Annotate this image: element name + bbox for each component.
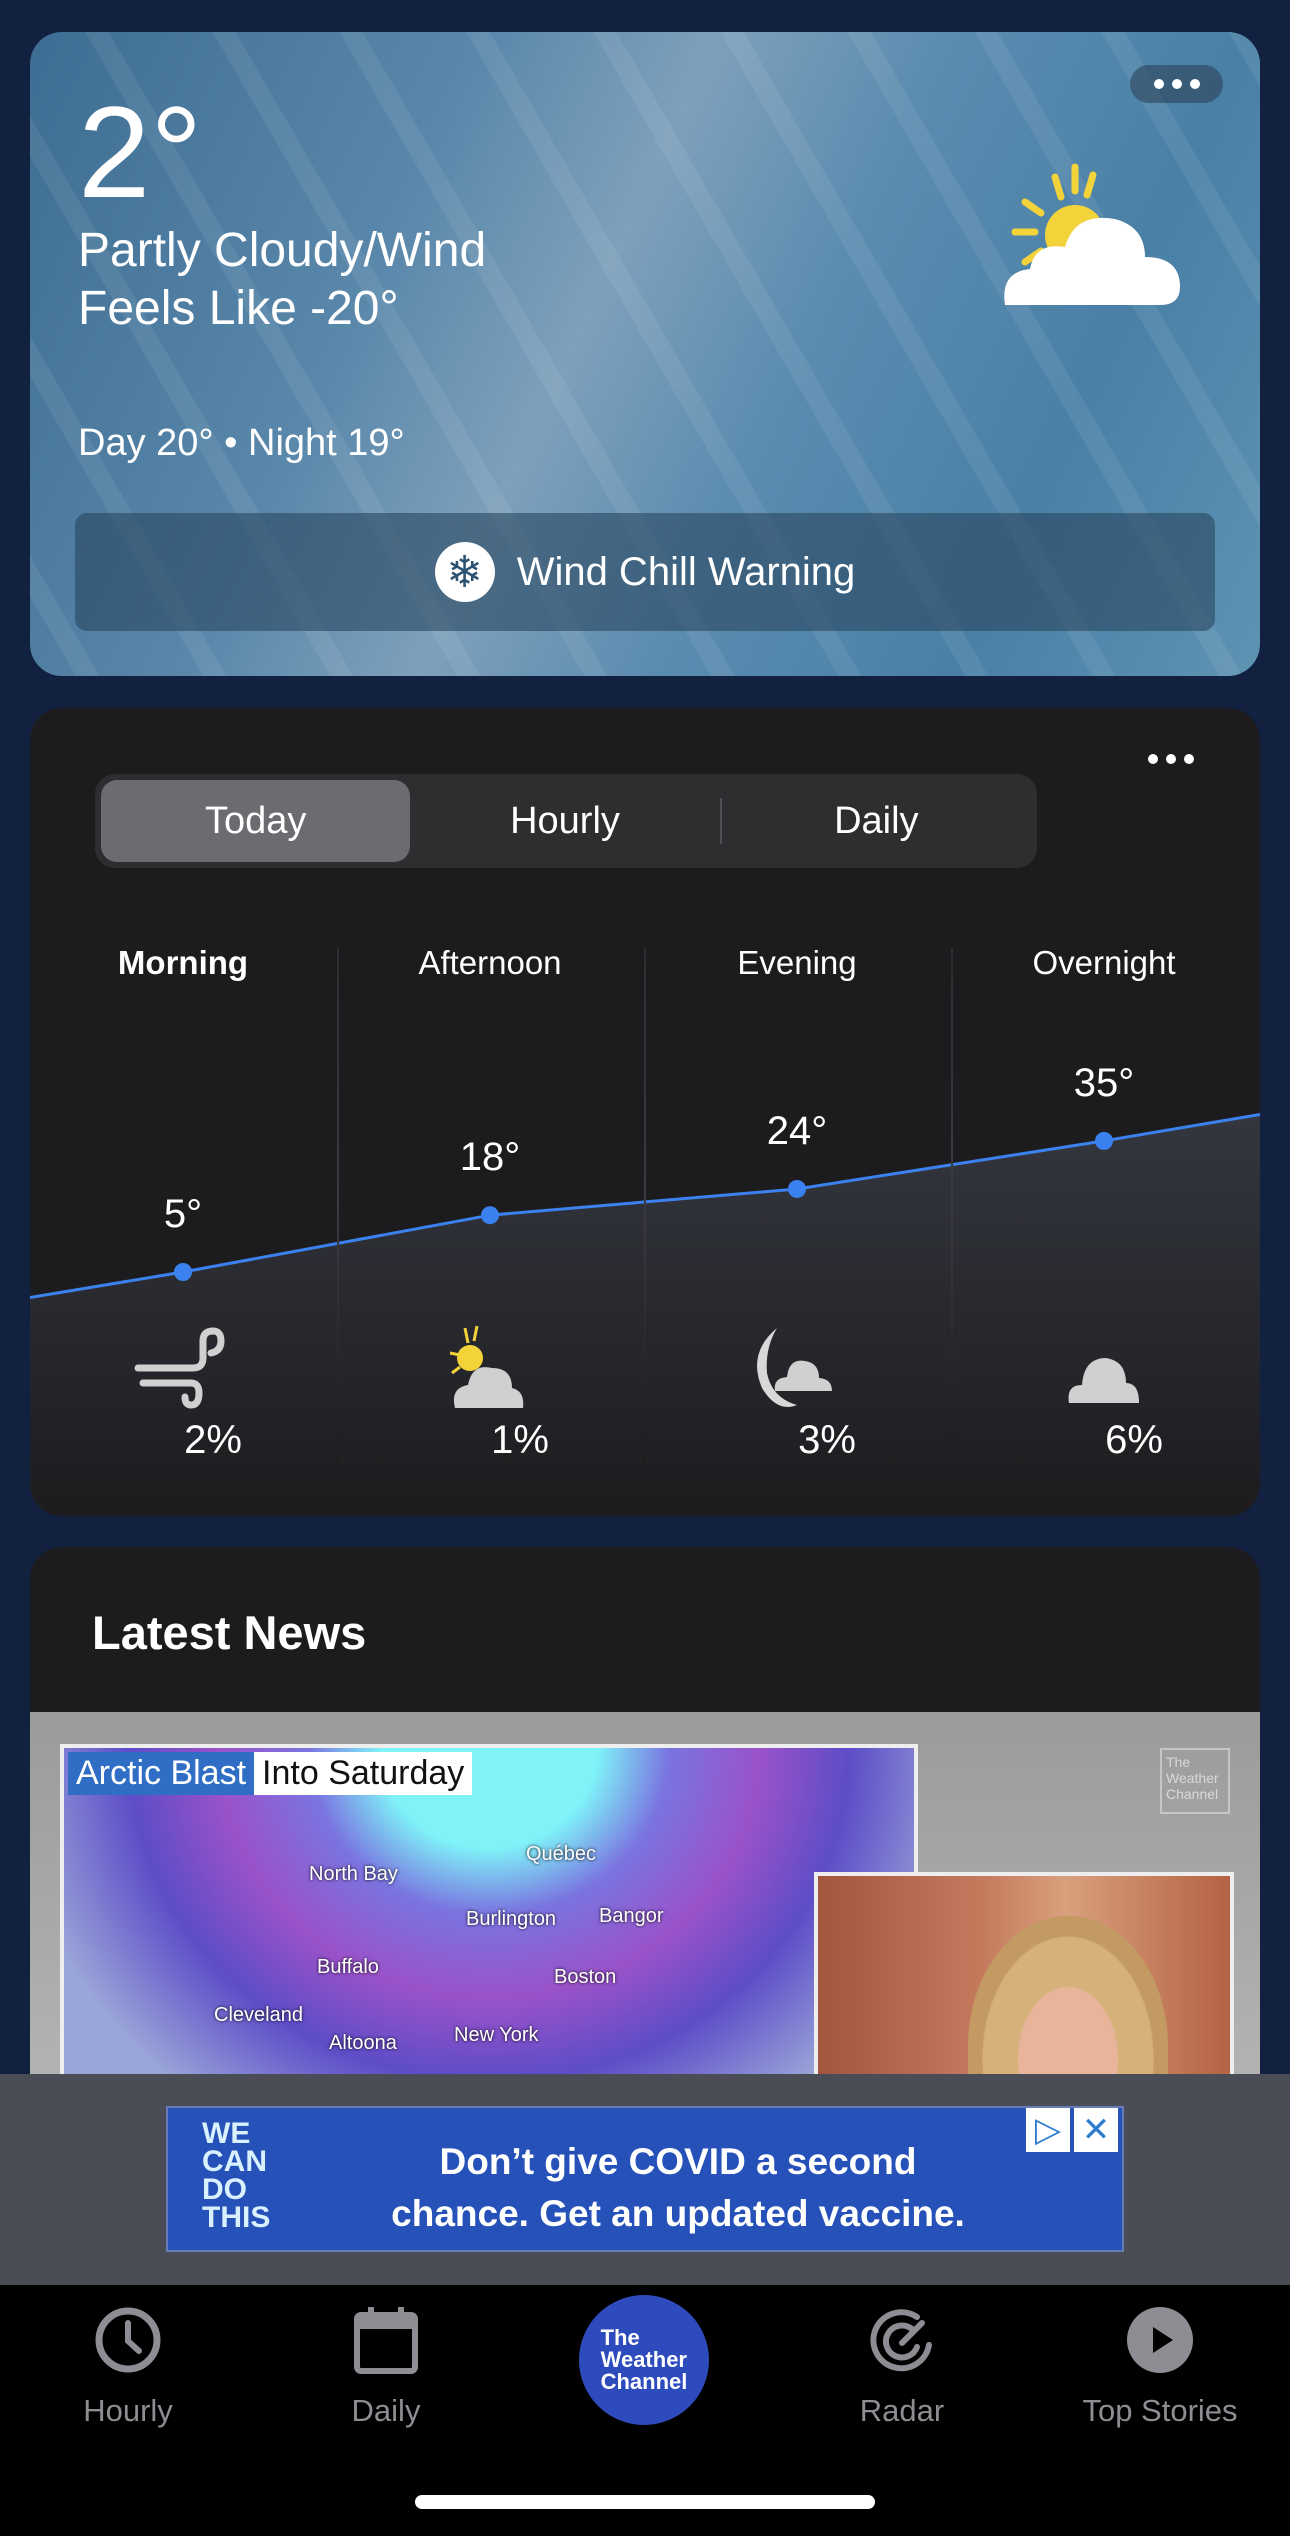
ad-banner[interactable]: WE CAN DO THIS Don’t give COVID a second… bbox=[166, 2106, 1124, 2252]
map-city: Québec bbox=[526, 1843, 597, 1865]
wind-chill-warning-button[interactable]: ❄ Wind Chill Warning bbox=[75, 513, 1215, 631]
ad-text: Don’t give COVID a second chance. Get an… bbox=[368, 2136, 988, 2240]
clock-icon bbox=[95, 2307, 161, 2373]
map-city: Altoona bbox=[329, 2032, 397, 2054]
news-heading: Latest News bbox=[92, 1606, 367, 1659]
condition-label: Partly Cloudy/Wind bbox=[78, 224, 487, 277]
precip-chance: 2% bbox=[184, 1418, 242, 1462]
temperature-point bbox=[174, 1263, 192, 1281]
tab-radar[interactable]: Radar bbox=[792, 2305, 1012, 2429]
temperature-point bbox=[788, 1179, 806, 1198]
ad-line-2: chance. Get an updated vaccine. bbox=[391, 2193, 965, 2234]
video-banner: Arctic Blast Into Saturday bbox=[68, 1752, 473, 1795]
current-temperature: 2° bbox=[78, 79, 203, 225]
watermark-logo: The Weather Channel bbox=[1160, 1748, 1230, 1814]
alert-label: Wind Chill Warning bbox=[516, 549, 856, 594]
map-city: Cleveland bbox=[214, 2004, 303, 2026]
map-city: Burlington bbox=[466, 1908, 557, 1930]
partly-cloudy-icon bbox=[449, 1325, 524, 1408]
column-divider bbox=[337, 948, 339, 1468]
tab-label: Radar bbox=[859, 2393, 945, 2428]
more-options-button[interactable] bbox=[1130, 65, 1223, 103]
column-divider bbox=[951, 948, 953, 1468]
day-night-temps: Day 20° • Night 19° bbox=[78, 422, 405, 464]
snowflake-icon: ❄ bbox=[434, 542, 495, 602]
period-overnight[interactable]: Overnight bbox=[954, 944, 1254, 982]
home-indicator[interactable] bbox=[415, 2495, 875, 2509]
tab-label: Top Stories bbox=[1082, 2393, 1238, 2428]
banner-highlight: Arctic Blast bbox=[68, 1752, 255, 1795]
calendar-icon bbox=[354, 2307, 418, 2374]
today-forecast-card: Today Hourly Daily Morning Afternoon Eve… bbox=[30, 708, 1260, 1516]
weather-channel-logo: The Weather Channel bbox=[600, 2325, 688, 2394]
precip-chance: 3% bbox=[798, 1418, 856, 1462]
temp-label: 24° bbox=[766, 1108, 828, 1153]
play-icon bbox=[1127, 2307, 1193, 2373]
temp-label: 18° bbox=[459, 1135, 521, 1180]
weather-map: Arctic Blast Into Saturday North Bay Qué… bbox=[60, 1744, 918, 2112]
map-city: New York bbox=[454, 2024, 539, 2046]
wind-icon bbox=[134, 1327, 225, 1409]
cloudy-icon bbox=[1068, 1358, 1139, 1403]
partly-cloudy-night-icon bbox=[757, 1328, 832, 1407]
column-divider bbox=[644, 948, 646, 1468]
radar-icon bbox=[870, 2309, 932, 2372]
precip-chance: 6% bbox=[1105, 1418, 1163, 1462]
ad-bar: WE CAN DO THIS Don’t give COVID a second… bbox=[0, 2074, 1290, 2285]
period-afternoon[interactable]: Afternoon bbox=[340, 944, 640, 982]
period-evening[interactable]: Evening bbox=[647, 944, 947, 982]
ad-close-icon[interactable]: ✕ bbox=[1074, 2108, 1118, 2152]
weather-channel-logo-button[interactable]: The Weather Channel bbox=[579, 2295, 709, 2425]
tab-daily[interactable]: Daily bbox=[276, 2305, 496, 2429]
map-city: Boston bbox=[554, 1966, 617, 1988]
adchoices-icon[interactable]: ▷ bbox=[1026, 2108, 1070, 2152]
tab-label: Hourly bbox=[83, 2393, 173, 2428]
current-conditions-card[interactable]: 2° Partly Cloudy/Wind Feels Like -20° Da… bbox=[30, 32, 1260, 676]
map-city: Buffalo bbox=[317, 1956, 379, 1978]
temp-label: 5° bbox=[163, 1192, 203, 1236]
latest-news-card: Latest News Arctic Blast Into Saturday N… bbox=[30, 1547, 1260, 2147]
temperature-point bbox=[481, 1206, 499, 1225]
bottom-tab-bar: Hourly Daily The Weather Channel Radar Top… bbox=[0, 2285, 1290, 2536]
period-morning[interactable]: Morning bbox=[33, 944, 333, 982]
condition-text: Partly Cloudy/Wind Feels Like -20° bbox=[78, 222, 486, 338]
precip-chance: 1% bbox=[491, 1418, 549, 1462]
temp-label: 35° bbox=[1073, 1060, 1135, 1105]
tab-hourly[interactable]: Hourly bbox=[18, 2305, 238, 2429]
map-city: Bangor bbox=[599, 1905, 664, 1927]
temperature-point bbox=[1095, 1131, 1113, 1150]
feels-like: Feels Like -20° bbox=[78, 282, 399, 335]
partly-cloudy-icon bbox=[1004, 163, 1180, 305]
ad-logo: WE CAN DO THIS bbox=[202, 2117, 271, 2234]
ad-line-1: Don’t give COVID a second bbox=[439, 2141, 917, 2182]
tab-label: Daily bbox=[351, 2393, 421, 2428]
news-video-thumbnail[interactable]: Arctic Blast Into Saturday North Bay Qué… bbox=[30, 1712, 1260, 2112]
tab-top-stories[interactable]: Top Stories bbox=[1050, 2305, 1270, 2429]
map-city: North Bay bbox=[309, 1863, 398, 1885]
banner-text: Into Saturday bbox=[254, 1752, 473, 1795]
